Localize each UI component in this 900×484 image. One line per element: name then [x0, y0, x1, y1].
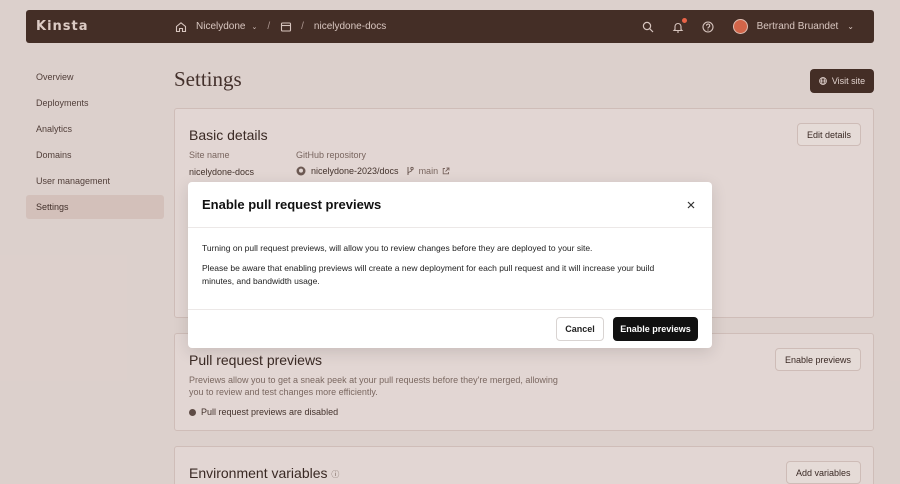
- dialog-paragraph-2: Please be aware that enabling previews w…: [202, 263, 655, 286]
- enable-previews-dialog: Enable pull request previews Turning on …: [188, 182, 712, 348]
- divider: [188, 309, 712, 310]
- dialog-paragraph-1: Turning on pull request previews, will a…: [202, 243, 593, 253]
- enable-previews-button[interactable]: Enable previews: [613, 317, 698, 341]
- close-icon[interactable]: [684, 198, 698, 212]
- cancel-button[interactable]: Cancel: [556, 317, 604, 341]
- dialog-title: Enable pull request previews: [202, 197, 382, 212]
- divider: [188, 227, 712, 228]
